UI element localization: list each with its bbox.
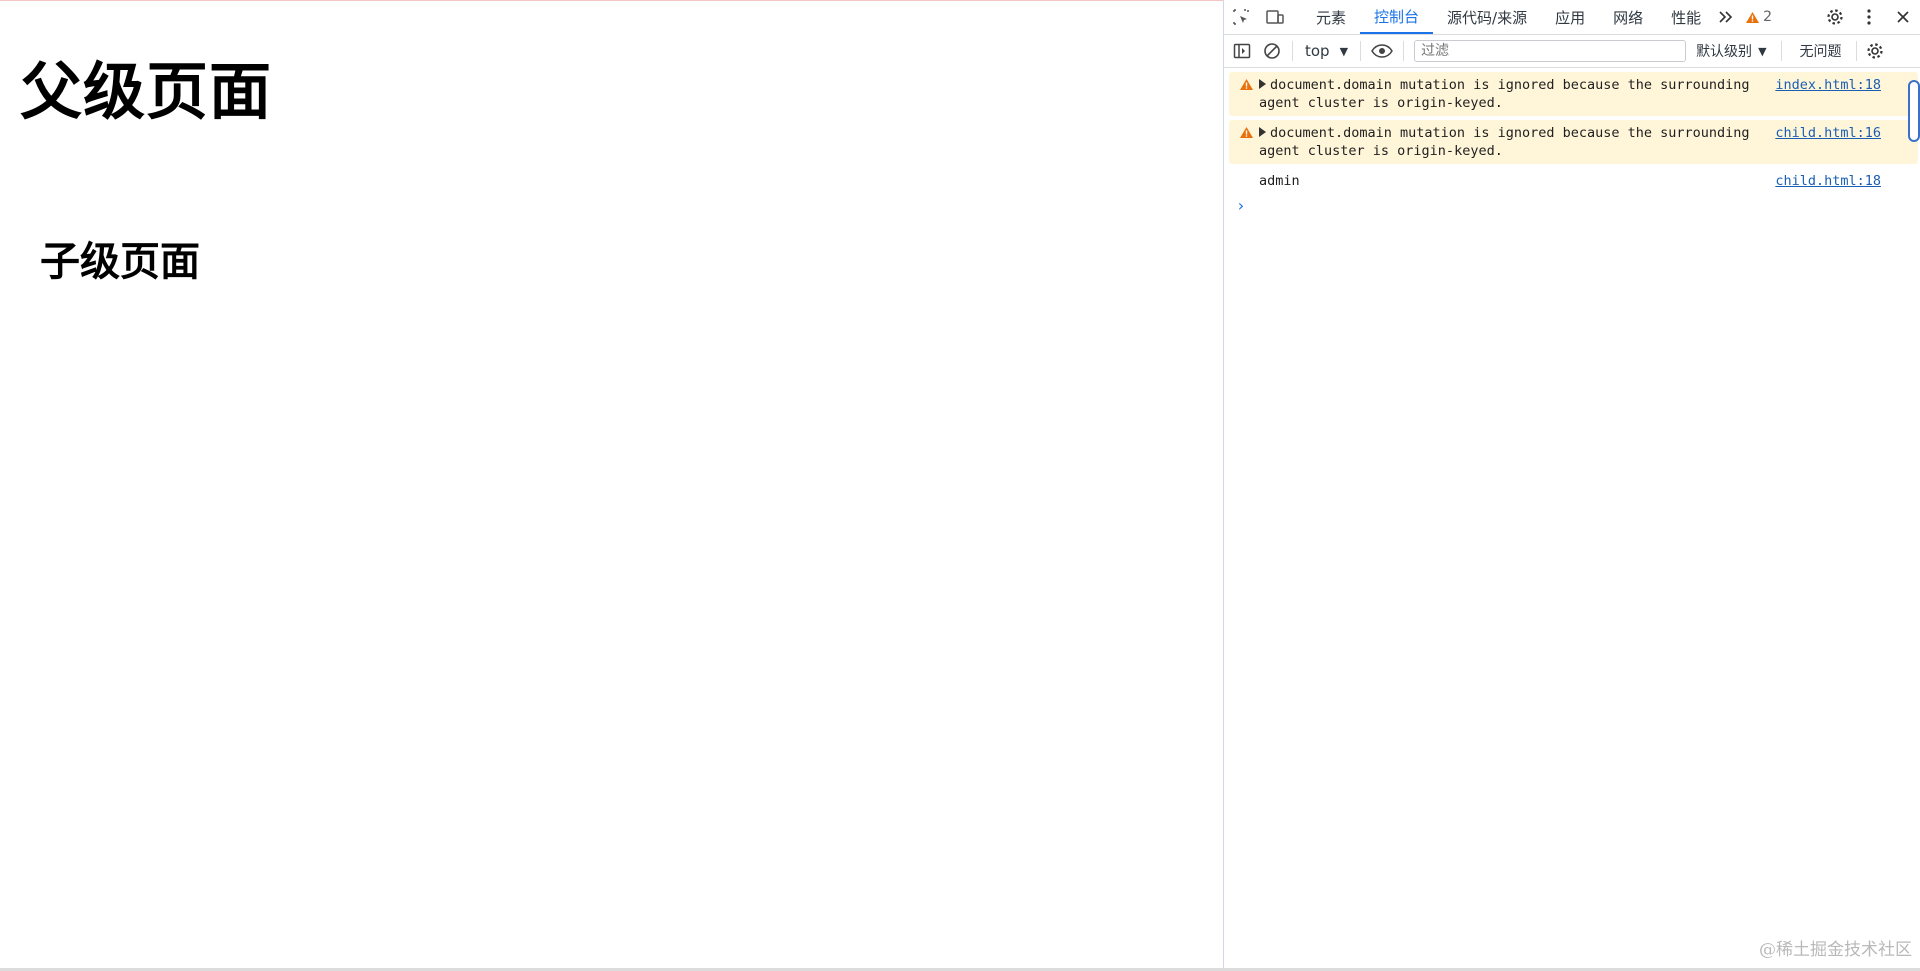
message-text: admin <box>1259 173 1300 189</box>
devtools-panel: 元素 控制台 源代码/来源 应用 网络 性能 2 top ▼ 过滤 默认级别 ▼… <box>1223 0 1920 968</box>
scrollbar[interactable] <box>1908 80 1920 142</box>
tab-elements[interactable]: 元素 <box>1302 0 1360 34</box>
console-log-message[interactable]: admin child.html:18 <box>1229 168 1918 194</box>
divider <box>1360 41 1362 61</box>
watermark: @稀土掘金技术社区 <box>1759 940 1912 960</box>
tab-application[interactable]: 应用 <box>1541 0 1599 34</box>
source-link[interactable]: child.html:18 <box>1775 172 1881 190</box>
filter-input[interactable] <box>1414 40 1687 62</box>
warning-icon <box>1746 11 1760 23</box>
console-warning-message[interactable]: document.domain mutation is ignored beca… <box>1229 120 1918 164</box>
tab-performance[interactable]: 性能 <box>1657 0 1715 34</box>
console-toolbar: top ▼ 默认级别 ▼ 无问题 <box>1224 35 1920 68</box>
warning-icon <box>1240 127 1253 138</box>
console-warning-message[interactable]: document.domain mutation is ignored beca… <box>1229 72 1918 116</box>
divider <box>1403 41 1405 61</box>
tab-console[interactable]: 控制台 <box>1360 0 1434 34</box>
more-options-icon[interactable] <box>1852 0 1886 34</box>
divider <box>1855 41 1857 61</box>
clear-console-icon[interactable] <box>1256 34 1288 68</box>
inspect-element-icon[interactable] <box>1224 0 1258 34</box>
tab-network[interactable]: 网络 <box>1599 0 1657 34</box>
issues-button[interactable]: 无问题 <box>1800 41 1842 61</box>
sidebar-toggle-icon[interactable] <box>1228 34 1256 68</box>
page-title: 父级页面 <box>20 55 273 128</box>
log-level-dropdown[interactable]: 默认级别 ▼ <box>1696 41 1766 61</box>
console-settings-gear-icon[interactable] <box>1861 34 1889 68</box>
context-label: top <box>1305 42 1330 60</box>
divider <box>1780 41 1782 61</box>
device-toolbar-icon[interactable] <box>1258 0 1292 34</box>
source-link[interactable]: child.html:16 <box>1775 124 1881 142</box>
context-selector[interactable]: top ▼ <box>1297 42 1356 60</box>
chevron-down-icon: ▼ <box>1758 44 1767 58</box>
child-page-title: 子级页面 <box>40 239 200 285</box>
source-link[interactable]: index.html:18 <box>1775 76 1881 94</box>
console-messages: document.domain mutation is ignored beca… <box>1224 72 1920 215</box>
expand-triangle-icon[interactable] <box>1259 127 1266 137</box>
devtools-tabbar: 元素 控制台 源代码/来源 应用 网络 性能 2 <box>1224 0 1920 35</box>
message-text: document.domain mutation is ignored beca… <box>1259 77 1758 111</box>
close-icon[interactable] <box>1886 0 1920 34</box>
issues-counter[interactable]: 2 <box>1745 9 1772 25</box>
page-content: 父级页面 子级页面 <box>0 0 1223 971</box>
warning-icon <box>1240 79 1253 90</box>
settings-gear-icon[interactable] <box>1818 0 1852 34</box>
expand-triangle-icon[interactable] <box>1259 79 1266 89</box>
log-level-label: 默认级别 <box>1696 44 1753 60</box>
issues-count: 2 <box>1763 9 1773 25</box>
console-prompt[interactable]: › <box>1224 194 1920 215</box>
divider <box>1292 41 1293 61</box>
live-expression-eye-icon[interactable] <box>1365 34 1399 68</box>
tab-sources[interactable]: 源代码/来源 <box>1433 0 1541 34</box>
message-text: document.domain mutation is ignored beca… <box>1259 125 1758 159</box>
more-tabs-icon[interactable] <box>1715 0 1737 34</box>
chevron-down-icon: ▼ <box>1339 44 1349 58</box>
